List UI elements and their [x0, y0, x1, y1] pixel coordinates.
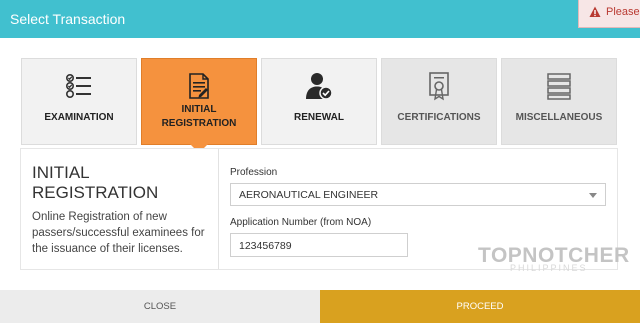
profession-value: AERONAUTICAL ENGINEER — [239, 189, 379, 201]
chevron-down-icon — [589, 193, 597, 198]
transaction-description: Online Registration of new passers/succe… — [32, 211, 205, 255]
tile-label: MISCELLANEOUS — [515, 112, 603, 123]
tile-label: RENEWAL — [294, 112, 344, 123]
panel-divider — [218, 149, 219, 269]
profession-select[interactable]: AERONAUTICAL ENGINEER — [230, 183, 606, 206]
tile-examination[interactable]: EXAMINATION — [21, 58, 137, 145]
tile-miscellaneous[interactable]: MISCELLANEOUS — [501, 58, 617, 145]
tile-certifications[interactable]: CERTIFICATIONS — [381, 58, 497, 145]
application-number-label: Application Number (from NOA) — [230, 217, 372, 228]
certificate-icon — [429, 72, 449, 101]
user-check-icon — [306, 73, 333, 100]
tile-label: EXAMINATION — [44, 112, 114, 123]
application-number-value: 123456789 — [239, 240, 292, 252]
tile-renewal[interactable]: RENEWAL — [261, 58, 377, 145]
transaction-title: INITIAL REGISTRATION — [32, 163, 159, 202]
alert-toast[interactable]: Please c — [578, 0, 640, 28]
dialog-title: Select Transaction — [10, 11, 126, 27]
proceed-button[interactable]: PROCEED — [320, 290, 640, 323]
document-edit-icon — [189, 73, 209, 99]
tile-label-line1: INITIAL — [181, 104, 217, 115]
checklist-icon — [65, 73, 91, 98]
dialog-header: Select Transaction — [0, 0, 640, 38]
warning-icon — [589, 6, 601, 17]
proceed-button-label: PROCEED — [456, 301, 504, 312]
tile-label-line2: REGISTRATION — [161, 118, 237, 129]
application-number-input[interactable]: 123456789 — [230, 233, 408, 257]
close-button[interactable]: CLOSE — [0, 290, 320, 323]
tile-label: CERTIFICATIONS — [397, 112, 481, 123]
tile-initial-registration[interactable]: INITIAL REGISTRATION — [141, 58, 257, 153]
profession-label: Profession — [230, 167, 278, 178]
alert-text: Please c — [606, 6, 640, 18]
watermark-sub: PHILIPPINES — [510, 263, 588, 273]
stack-icon — [547, 73, 571, 100]
close-button-label: CLOSE — [143, 301, 177, 312]
